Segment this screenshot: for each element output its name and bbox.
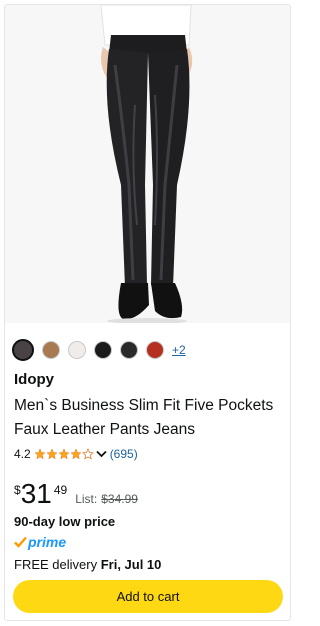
- star-full-icon: [58, 448, 70, 460]
- product-image[interactable]: [5, 5, 290, 323]
- prime-badge: prime: [14, 534, 66, 550]
- star-full-icon: [34, 448, 46, 460]
- price-currency: $: [14, 483, 21, 497]
- star-full-icon: [70, 448, 82, 460]
- swatch-2[interactable]: [42, 341, 60, 359]
- color-swatches: +2: [12, 338, 186, 362]
- product-photo: [5, 5, 290, 323]
- checkmark-icon: [14, 536, 27, 548]
- rating-value: 4.2: [14, 447, 31, 461]
- prime-label: prime: [28, 534, 67, 550]
- delivery-date: Fri, Jul 10: [100, 557, 162, 572]
- price-whole: 31: [20, 478, 52, 509]
- brand-name: Idopy: [14, 371, 54, 388]
- review-count-link[interactable]: (695): [110, 447, 138, 461]
- add-to-cart-button[interactable]: Add to cart: [13, 580, 283, 613]
- swatch-1[interactable]: [12, 339, 34, 361]
- delivery-info: FREE delivery Fri, Jul 10: [14, 557, 161, 572]
- product-title[interactable]: Men`s Business Slim Fit Five Pockets Fau…: [14, 394, 289, 442]
- star-empty-icon: [81, 448, 94, 460]
- swatch-4[interactable]: [94, 341, 112, 359]
- rating-row: 4.2 (695): [14, 447, 138, 461]
- swatch-5[interactable]: [120, 341, 138, 359]
- product-card: +2 Idopy Men`s Business Slim Fit Five Po…: [4, 4, 291, 621]
- more-swatches-link[interactable]: +2: [172, 343, 186, 357]
- swatch-3[interactable]: [68, 341, 86, 359]
- star-full-icon: [46, 448, 58, 460]
- list-price: $34.99: [101, 492, 138, 506]
- star-rating[interactable]: [34, 448, 110, 460]
- price-row: $ 31 49 List: $34.99: [14, 479, 138, 509]
- chevron-down-icon: [96, 450, 107, 458]
- swatch-6[interactable]: [146, 341, 164, 359]
- deal-badge: 90-day low price: [14, 514, 116, 529]
- price-fraction: 49: [53, 483, 68, 497]
- list-price-label: List:: [75, 492, 98, 506]
- delivery-prefix: FREE delivery: [14, 557, 101, 572]
